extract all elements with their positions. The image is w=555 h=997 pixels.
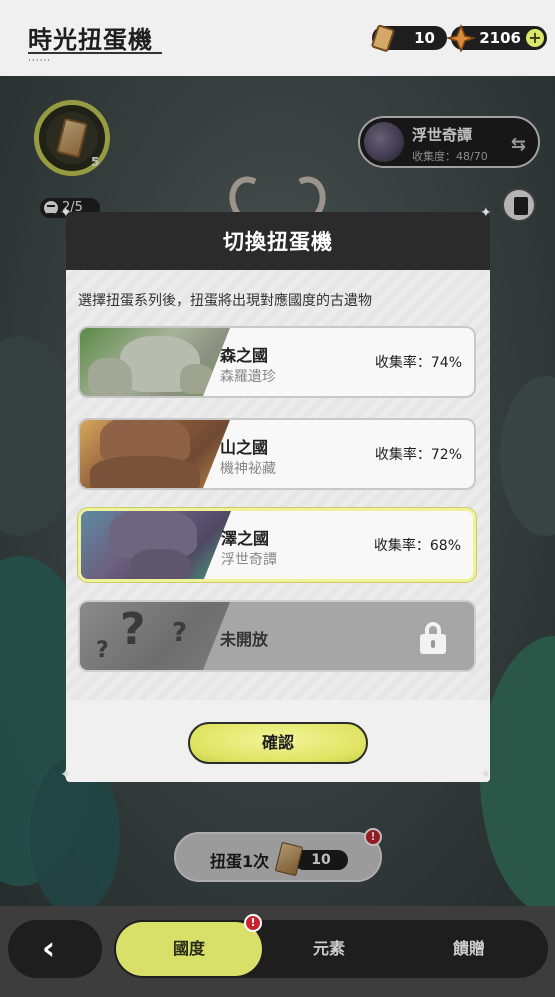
corner-sparkle-icon: ✦ bbox=[60, 205, 72, 221]
tab-gift[interactable]: 饋贈 bbox=[404, 920, 534, 978]
series-option-locked: ? ? ? 未開放 bbox=[78, 600, 476, 672]
option-collection-rate: 收集率：72% bbox=[374, 447, 462, 463]
ticket-count: 10 bbox=[414, 29, 435, 47]
tab-country-label: 國度 bbox=[172, 939, 205, 958]
swamp-rock-art bbox=[81, 511, 231, 579]
option-name: 森之國 bbox=[220, 346, 269, 365]
top-bar: 時光扭蛋機 ······ 10 2106 + bbox=[0, 0, 555, 76]
question-mark-icon: ? bbox=[172, 618, 188, 648]
option-collection-rate: 收集率：74% bbox=[374, 355, 462, 371]
option-subtitle: 機神祕藏 bbox=[220, 461, 276, 477]
tab-element-label: 元素 bbox=[312, 939, 345, 958]
ticket-icon bbox=[371, 24, 395, 52]
option-collection-rate: 收集率：68% bbox=[373, 538, 461, 554]
tab-country[interactable]: 國度 ! bbox=[116, 914, 262, 976]
tab-bar: 國度 ! 元素 饋贈 bbox=[114, 914, 548, 978]
forest-rock-art bbox=[80, 328, 230, 396]
page-title: 時光扭蛋機 bbox=[28, 26, 153, 54]
mountain-rock-art bbox=[80, 420, 230, 488]
option-name: 山之國 bbox=[220, 438, 269, 457]
star-count: 2106 bbox=[479, 29, 521, 47]
corner-sparkle-icon: ✦ bbox=[480, 205, 492, 221]
alert-icon: ! bbox=[244, 914, 262, 932]
locked-art: ? ? ? bbox=[80, 602, 230, 670]
back-chevron-icon: ‹ bbox=[42, 929, 56, 967]
option-subtitle: 浮世奇譚 bbox=[221, 552, 277, 568]
dialog-title: 切換扭蛋機 bbox=[223, 230, 333, 254]
bottom-nav: ‹ 國度 ! 元素 饋贈 bbox=[0, 906, 555, 997]
tab-gift-label: 饋贈 bbox=[452, 939, 485, 958]
option-name: 澤之國 bbox=[221, 529, 270, 548]
confirm-button[interactable]: 確認 bbox=[188, 722, 368, 764]
lock-icon bbox=[418, 622, 448, 654]
corner-sparkle-icon: ✦ bbox=[480, 767, 492, 783]
star-gem-icon bbox=[447, 24, 475, 52]
title-dots: ······ bbox=[28, 56, 52, 66]
title-underline bbox=[28, 52, 162, 54]
tab-element[interactable]: 元素 bbox=[264, 920, 394, 978]
dialog-footer: 確認 bbox=[66, 700, 490, 782]
series-option-mountain[interactable]: 山之國 機神祕藏 收集率：72% bbox=[78, 418, 476, 490]
star-counter: 2106 + bbox=[447, 24, 547, 52]
series-option-swamp[interactable]: 澤之國 浮世奇譚 收集率：68% bbox=[78, 508, 476, 582]
option-name: 未開放 bbox=[220, 630, 269, 649]
ticket-counter: 10 bbox=[371, 24, 447, 52]
back-button[interactable]: ‹ bbox=[8, 920, 102, 978]
add-currency-button[interactable]: + bbox=[526, 29, 544, 47]
dialog-subtitle: 選擇扭蛋系列後，扭蛋將出現對應國度的古遺物 bbox=[78, 293, 372, 309]
corner-sparkle-icon: ✦ bbox=[60, 767, 72, 783]
dialog-header: 切換扭蛋機 bbox=[66, 212, 490, 270]
question-mark-icon: ? bbox=[96, 638, 109, 663]
option-subtitle: 森羅遺珍 bbox=[220, 369, 276, 385]
question-mark-icon: ? bbox=[120, 604, 146, 655]
switch-machine-dialog: 切換扭蛋機 選擇扭蛋系列後，扭蛋將出現對應國度的古遺物 森之國 森羅遺珍 收集率… bbox=[66, 212, 490, 782]
series-option-forest[interactable]: 森之國 森羅遺珍 收集率：74% bbox=[78, 326, 476, 398]
